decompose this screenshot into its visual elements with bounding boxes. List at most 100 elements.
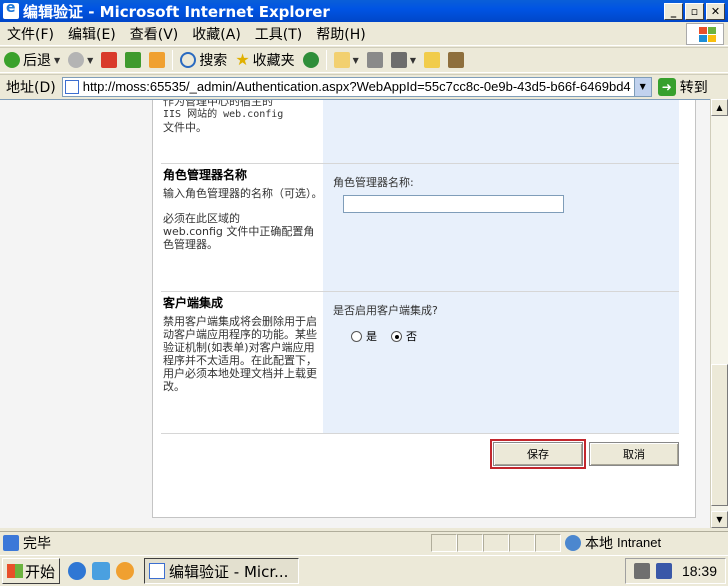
menu-tools[interactable]: 工具(T): [248, 24, 309, 44]
go-label: 转到: [679, 79, 708, 96]
favorites-button[interactable]: ★ 收藏夹: [231, 48, 298, 72]
folder-button[interactable]: [420, 48, 444, 72]
home-button[interactable]: [145, 48, 169, 72]
prev-desc-line1: 作为管理中心的宿主的: [163, 99, 273, 108]
client-integration-title: 客户端集成: [163, 296, 224, 310]
client-integration-desc: 客户端集成 禁用客户端集成将会删除用于启动客户端应用程序的功能。某些验证机制(如…: [161, 292, 323, 393]
folder-icon: [423, 52, 440, 68]
cancel-button[interactable]: 取消: [589, 442, 679, 466]
back-label: 后退: [23, 53, 51, 69]
client-integration-text: 禁用客户端集成将会删除用于启动客户端应用程序的功能。某些验证机制(如表单)对客户…: [163, 315, 317, 393]
windows-flag-icon: [7, 564, 23, 578]
role-manager-desc: 角色管理器名称 输入角色管理器的名称（可选）。 必须在此区域的 web.conf…: [161, 164, 323, 251]
taskbar-ie-window[interactable]: 编辑验证 - Micr...: [144, 558, 300, 584]
menu-file[interactable]: 文件(F): [0, 24, 61, 44]
refresh-button[interactable]: [121, 48, 145, 72]
forward-button[interactable]: ▼: [64, 48, 97, 72]
scroll-down-icon[interactable]: ▼: [711, 511, 728, 528]
mail-icon: [333, 52, 350, 68]
start-button[interactable]: 开始: [2, 558, 61, 584]
ie-page-icon: [149, 563, 166, 579]
back-button[interactable]: 后退 ▼: [0, 48, 64, 72]
radio-no[interactable]: [391, 330, 402, 342]
forward-dropdown-icon[interactable]: ▼: [87, 56, 93, 65]
system-tray: 18:39: [624, 558, 726, 584]
refresh-icon: [125, 52, 142, 68]
radio-yes[interactable]: [351, 330, 362, 342]
page-icon: [64, 79, 79, 94]
clock[interactable]: 18:39: [682, 563, 717, 579]
menu-edit[interactable]: 编辑(E): [61, 24, 123, 44]
minimize-button[interactable]: _: [664, 2, 683, 20]
tray-network-icon[interactable]: [655, 563, 672, 579]
role-manager-input[interactable]: [343, 195, 564, 213]
menu-bar: 文件(F) 编辑(E) 查看(V) 收藏(A) 工具(T) 帮助(H): [0, 22, 728, 46]
close-button[interactable]: ✕: [706, 2, 725, 20]
save-button[interactable]: 保存: [490, 439, 586, 469]
window-title: 编辑验证 - Microsoft Internet Explorer: [23, 2, 330, 21]
media-button[interactable]: [299, 48, 323, 72]
restore-button[interactable]: ▫: [685, 2, 704, 20]
edit-button[interactable]: ▼: [387, 48, 420, 72]
scroll-up-icon[interactable]: ▲: [711, 99, 728, 116]
page-viewport: 作为管理中心的宿主的 IIS 网站的 web.config 文件中。 角色管理器…: [0, 99, 710, 528]
intranet-icon: [565, 534, 581, 551]
prev-desc-line2: IIS 网站的 web.config: [163, 109, 284, 120]
messenger-icon: [447, 52, 464, 68]
address-url[interactable]: http://moss:65535/_admin/Authentication.…: [83, 79, 631, 94]
address-label: 地址(D): [6, 79, 56, 96]
taskbar: 开始 编辑验证 - Micr... 18:39: [0, 555, 728, 586]
prev-desc-line3: 文件中。: [163, 121, 207, 134]
quick-launch: [68, 562, 135, 580]
role-manager-field-label: 角色管理器名称:: [333, 176, 414, 189]
forward-arrow-icon: [68, 52, 85, 68]
favorites-label: 收藏夹: [252, 53, 295, 69]
menu-favorites[interactable]: 收藏(A): [185, 24, 248, 44]
section-previous-control: [323, 100, 679, 163]
back-dropdown-icon[interactable]: ▼: [54, 56, 60, 65]
role-manager-title: 角色管理器名称: [163, 168, 248, 182]
mail-dropdown-icon[interactable]: ▼: [353, 56, 359, 65]
edit-icon: [390, 52, 407, 68]
client-integration-control: 是否启用客户端集成? 是 否: [323, 292, 679, 433]
address-bar: 地址(D) http://moss:65535/_admin/Authentic…: [0, 74, 728, 98]
scroll-thumb[interactable]: [711, 364, 728, 506]
messenger-quicklaunch-icon[interactable]: [116, 562, 135, 580]
tray-app-icon[interactable]: [633, 563, 650, 579]
menu-view[interactable]: 查看(V): [123, 24, 186, 44]
search-label: 搜索: [199, 53, 228, 69]
address-input[interactable]: http://moss:65535/_admin/Authentication.…: [61, 76, 652, 97]
client-integration-options: 是 否: [351, 328, 679, 344]
section-client-integration: 客户端集成 禁用客户端集成将会删除用于启动客户端应用程序的功能。某些验证机制(如…: [161, 291, 679, 433]
home-icon: [149, 52, 166, 68]
print-button[interactable]: [363, 48, 387, 72]
start-label: 开始: [25, 562, 56, 581]
search-icon: [180, 52, 197, 68]
radio-yes-label: 是: [366, 330, 377, 343]
go-button[interactable]: ➜ 转到: [657, 77, 708, 97]
stop-button[interactable]: [97, 48, 121, 72]
messenger-button[interactable]: [444, 48, 468, 72]
status-cell: [509, 533, 535, 552]
vertical-scrollbar[interactable]: ▲ ▼: [710, 99, 728, 528]
status-cell: [457, 533, 483, 552]
menu-help[interactable]: 帮助(H): [309, 24, 372, 44]
standard-toolbar: 后退 ▼ ▼ 搜索 ★ 收藏夹 ▼ ▼: [0, 47, 728, 73]
stop-icon: [101, 52, 118, 68]
outlook-quicklaunch-icon[interactable]: [92, 562, 111, 580]
status-cell: [535, 533, 561, 552]
role-manager-desc2b: web.config 文件中正确配置角色管理器。: [163, 225, 315, 251]
star-icon: ★: [235, 50, 250, 69]
taskbar-window-title: 编辑验证 - Micr...: [169, 562, 289, 581]
media-icon: [302, 52, 319, 68]
ie-icon: [3, 0, 19, 19]
windows-logo-icon: [686, 23, 724, 45]
mail-button[interactable]: ▼: [330, 48, 363, 72]
ie-quicklaunch-icon[interactable]: [68, 562, 87, 580]
zone-cn-label: 本地: [585, 535, 613, 552]
section-previous-desc: 作为管理中心的宿主的 IIS 网站的 web.config 文件中。: [161, 99, 323, 134]
client-integration-question: 是否启用客户端集成?: [333, 304, 438, 317]
edit-dropdown-icon[interactable]: ▼: [410, 56, 416, 65]
search-button[interactable]: 搜索: [176, 48, 231, 72]
address-dropdown-icon[interactable]: ▼: [633, 77, 651, 96]
